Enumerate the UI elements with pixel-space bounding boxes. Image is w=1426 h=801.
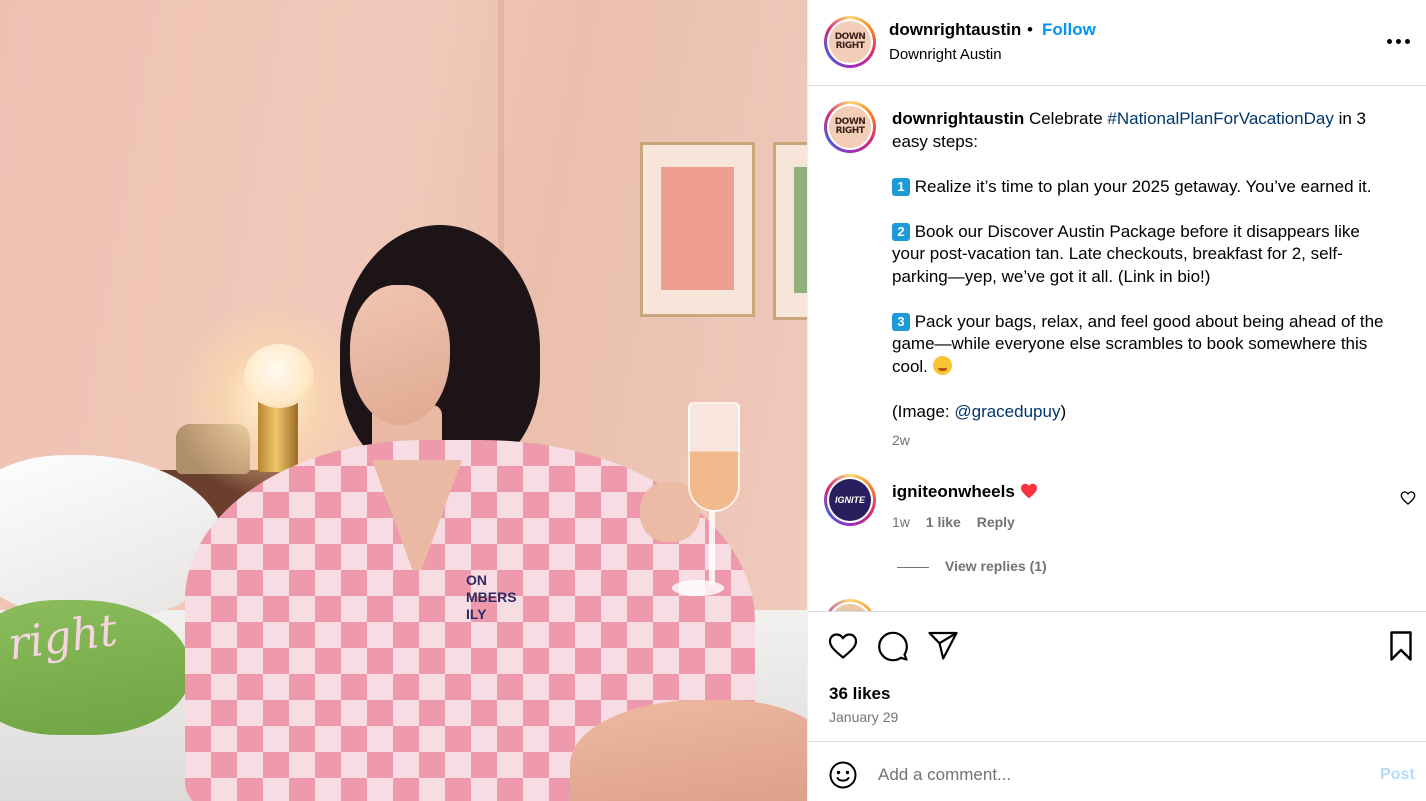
face xyxy=(350,285,450,425)
view-replies-button[interactable]: View replies (1) xyxy=(897,558,1047,574)
replies-line xyxy=(897,566,929,568)
author-avatar[interactable]: DOWN RIGHT xyxy=(824,16,876,68)
post-header: DOWN RIGHT downrightaustin • Follow Downr… xyxy=(808,0,1426,86)
robe-embroidery: ON MBERS ILY xyxy=(466,572,517,622)
comment-likes[interactable]: 1 like xyxy=(926,514,961,530)
comment-meta: 1w 1 like Reply xyxy=(892,514,1027,530)
wall-art-frame xyxy=(773,142,807,320)
lamp-base xyxy=(258,400,298,472)
bookmark-icon[interactable] xyxy=(1385,630,1417,662)
ignite-logo: IGNITE xyxy=(829,479,871,521)
hashtag-link[interactable]: #NationalPlanForVacationDay xyxy=(1107,109,1333,128)
keycap-2-icon: 2 xyxy=(892,222,910,241)
champagne-glass xyxy=(688,402,740,512)
post-location[interactable]: Downright Austin xyxy=(889,46,1002,63)
comment-icon[interactable] xyxy=(877,630,909,662)
caption-author-avatar[interactable]: DOWN RIGHT xyxy=(824,101,876,153)
post-date[interactable]: January 29 xyxy=(829,709,898,725)
post-actions: 36 likes January 29 xyxy=(808,611,1426,741)
keycap-3-icon: 3 xyxy=(892,312,910,331)
post-comment-button[interactable]: Post xyxy=(1380,766,1415,784)
glass-stem xyxy=(709,510,715,585)
comment-input[interactable] xyxy=(878,759,1348,791)
separator-dot: • xyxy=(1027,20,1033,39)
lamp-bulb xyxy=(244,344,314,408)
emoji-icon[interactable] xyxy=(828,760,858,790)
caption-username[interactable]: downrightaustin xyxy=(892,109,1024,128)
post-details-panel: DOWN RIGHT downrightaustin • Follow Downr… xyxy=(807,0,1426,801)
commenter-avatar[interactable]: IGNITE xyxy=(824,474,876,526)
add-comment-bar: Post xyxy=(808,741,1426,801)
credit-mention-link[interactable]: @gracedupuy xyxy=(954,402,1060,421)
caption-text: downrightaustin Celebrate #NationalPlanF… xyxy=(892,109,1389,421)
follow-button[interactable]: Follow xyxy=(1042,20,1096,40)
avatar-logo-text: DOWN RIGHT xyxy=(834,32,866,51)
comment-like-heart-icon[interactable] xyxy=(1400,490,1416,506)
author-username[interactable]: downrightaustin xyxy=(889,20,1021,40)
keycap-1-icon: 1 xyxy=(892,177,910,196)
commenter-username[interactable]: igniteonwheels xyxy=(892,482,1015,502)
more-options-icon[interactable] xyxy=(1378,28,1418,54)
next-commenter-avatar[interactable] xyxy=(824,599,876,611)
reply-button[interactable]: Reply xyxy=(977,514,1015,530)
glass-foot xyxy=(672,580,724,596)
comments-scroll-area[interactable]: DOWN RIGHT downrightaustin Celebrate #Nat… xyxy=(808,87,1426,611)
comment-time[interactable]: 1w xyxy=(892,514,910,530)
share-icon[interactable] xyxy=(927,630,959,662)
red-heart-icon xyxy=(1021,483,1037,499)
post-photo[interactable]: right ON MBERS ILY xyxy=(0,0,807,801)
wall-art-frame xyxy=(640,142,755,317)
likes-count[interactable]: 36 likes xyxy=(829,684,890,704)
winking-face-icon xyxy=(932,355,952,375)
heart-icon[interactable] xyxy=(827,630,859,662)
caption-timestamp[interactable]: 2w xyxy=(892,432,910,448)
